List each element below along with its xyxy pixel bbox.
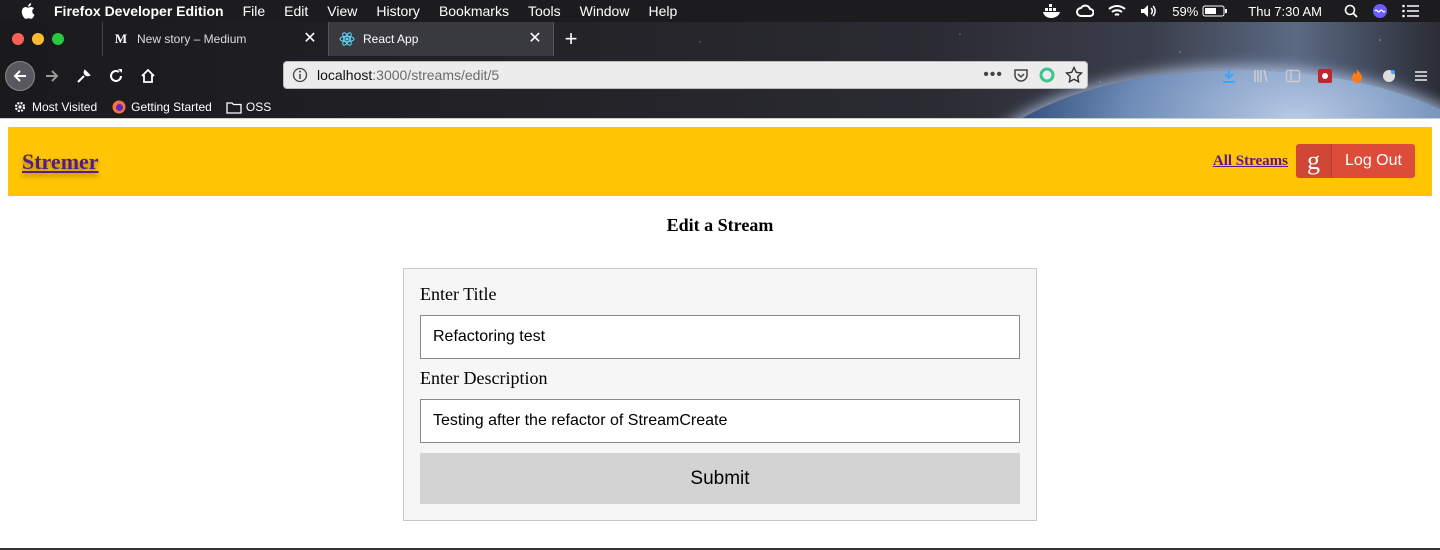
minimize-window-button[interactable] [32, 33, 44, 45]
docker-icon[interactable] [1042, 4, 1062, 18]
stream-edit-form: Enter Title Enter Description Submit [403, 268, 1037, 521]
page-title: Edit a Stream [666, 215, 774, 235]
reload-button[interactable] [101, 61, 131, 91]
submit-button[interactable]: Submit [420, 453, 1020, 504]
url-host: localhost [317, 67, 373, 83]
gear-icon [12, 99, 28, 115]
close-window-button[interactable] [12, 33, 24, 45]
bookmarks-toolbar: Most Visited Getting Started OSS [0, 96, 273, 118]
close-tab-icon[interactable]: ✕ [302, 31, 318, 47]
page-actions-icon[interactable]: ••• [983, 66, 1003, 84]
extension-icon[interactable] [1039, 67, 1055, 83]
site-info-icon[interactable] [292, 67, 308, 83]
battery-icon[interactable] [1202, 5, 1228, 17]
bookmark-oss-folder[interactable]: OSS [226, 99, 271, 115]
volume-icon[interactable] [1140, 4, 1158, 18]
close-tab-icon[interactable]: ✕ [527, 31, 543, 47]
library-icon[interactable] [1252, 67, 1270, 85]
description-input[interactable] [420, 399, 1020, 443]
url-bar[interactable]: localhost:3000/streams/edit/5 ••• [283, 61, 1088, 89]
header-actions: All Streams g Log Out [1213, 144, 1415, 178]
maximize-window-button[interactable] [52, 33, 64, 45]
bookmark-label: Getting Started [131, 100, 212, 114]
menu-file[interactable]: File [243, 0, 266, 22]
apple-logo-icon[interactable] [20, 2, 38, 20]
toolbar-extensions [1220, 56, 1430, 96]
tab-react-app[interactable]: React App ✕ [328, 22, 554, 56]
title-input[interactable] [420, 315, 1020, 359]
firefox-icon [111, 99, 127, 115]
battery-percent: 59% [1172, 3, 1199, 19]
bookmark-getting-started[interactable]: Getting Started [111, 99, 212, 115]
downloads-icon[interactable] [1220, 67, 1238, 85]
wifi-icon[interactable] [1108, 4, 1126, 18]
medium-icon: M [114, 31, 128, 46]
page-viewport: Stremer All Streams g Log Out Edit a Str… [0, 118, 1440, 550]
sidebar-icon[interactable] [1284, 67, 1302, 85]
menu-window[interactable]: Window [580, 0, 630, 22]
window-controls [12, 33, 64, 45]
home-button[interactable] [133, 61, 163, 91]
back-button[interactable] [5, 61, 35, 91]
menu-help[interactable]: Help [648, 0, 677, 22]
tab-title: New story – Medium [137, 32, 247, 46]
wrench-icon[interactable] [69, 61, 99, 91]
menu-app-name[interactable]: Firefox Developer Edition [54, 0, 224, 22]
brand-link[interactable]: Stremer [22, 149, 99, 175]
menu-clock[interactable]: Thu 7:30 AM [1248, 4, 1322, 19]
tab-strip: M New story – Medium ✕ React App ✕ + [0, 22, 1440, 56]
menu-history[interactable]: History [376, 0, 420, 22]
logout-label: Log Out [1345, 152, 1402, 169]
fire-extension-icon[interactable] [1348, 67, 1366, 85]
bookmark-label: Most Visited [32, 100, 98, 114]
navigation-toolbar: localhost:3000/streams/edit/5 ••• [0, 56, 1440, 96]
macos-menu-bar: Firefox Developer Edition File Edit View… [0, 0, 1440, 22]
google-logout-button[interactable]: g Log Out [1296, 144, 1415, 178]
bookmark-most-visited[interactable]: Most Visited [12, 99, 97, 115]
description-label: Enter Description [420, 368, 548, 388]
google-icon: g [1296, 144, 1332, 178]
forward-button[interactable] [37, 61, 67, 91]
all-streams-link[interactable]: All Streams [1213, 153, 1288, 170]
url-path: :3000/streams/edit/5 [372, 67, 500, 83]
folder-icon [226, 99, 242, 115]
spotlight-search-icon[interactable] [1344, 4, 1358, 18]
app-header: Stremer All Streams g Log Out [8, 127, 1432, 196]
tab-title: React App [363, 32, 419, 46]
react-devtools-icon[interactable] [1380, 67, 1398, 85]
react-icon [339, 31, 355, 47]
browser-chrome: M New story – Medium ✕ React App ✕ + loc… [0, 22, 1440, 118]
menu-bookmarks[interactable]: Bookmarks [439, 0, 509, 22]
tab-medium[interactable]: M New story – Medium ✕ [102, 22, 328, 56]
siri-icon[interactable] [1372, 3, 1388, 19]
menu-edit[interactable]: Edit [284, 0, 308, 22]
bookmark-label: OSS [245, 100, 272, 114]
new-tab-button[interactable]: + [554, 22, 588, 56]
menu-view[interactable]: View [327, 0, 357, 22]
menu-tools[interactable]: Tools [528, 0, 561, 22]
menu-hamburger-icon[interactable] [1412, 67, 1430, 85]
ublock-icon[interactable] [1316, 67, 1334, 85]
bookmark-star-icon[interactable] [1065, 66, 1083, 84]
title-label: Enter Title [420, 284, 497, 304]
pocket-icon[interactable] [1013, 67, 1029, 83]
creative-cloud-icon[interactable] [1076, 4, 1095, 18]
notification-center-icon[interactable] [1402, 4, 1420, 18]
